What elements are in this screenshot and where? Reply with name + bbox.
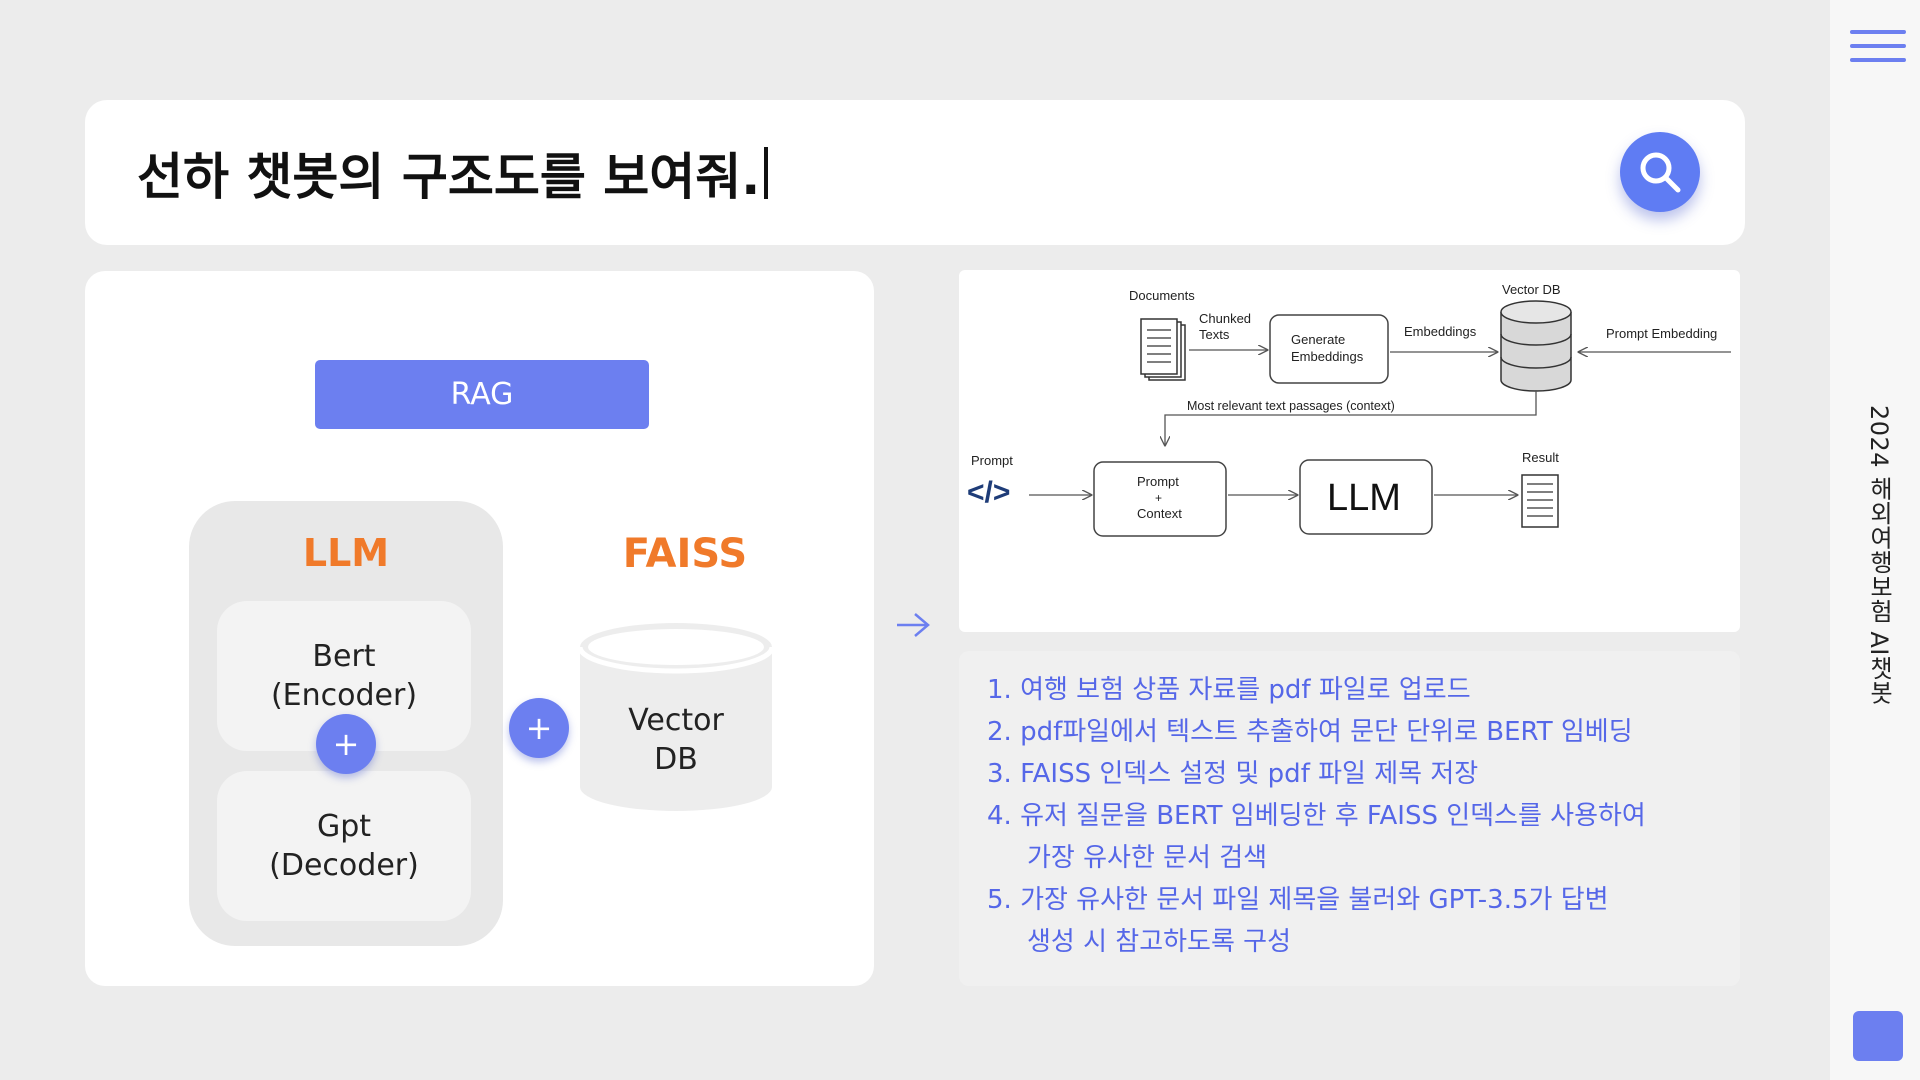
step-item-continuation: 생성 시 참고하도록 구성: [1027, 927, 1291, 957]
menu-line: [1850, 30, 1906, 34]
plus-icon: +: [316, 714, 376, 774]
llm-diagram-label: LLM: [1327, 477, 1401, 519]
database-icon: [1500, 300, 1572, 392]
embeddings-label: Embeddings: [1404, 324, 1477, 339]
vertical-app-title: 2024 해외여행보험 AI챗봇: [1865, 405, 1893, 705]
document-icon: [1140, 318, 1186, 381]
step-item: 3. FAISS 인덱스 설정 및 pdf 파일 제목 저장: [987, 759, 1479, 789]
architecture-card: RAG LLM Bert (Encoder) Gpt (Decoder) + +…: [85, 271, 874, 986]
documents-label: Documents: [1129, 288, 1195, 303]
vector-db-label: Vector DB: [580, 701, 772, 779]
hamburger-menu-icon[interactable]: [1850, 30, 1906, 70]
decoder-role: (Decoder): [269, 848, 419, 883]
decoder-name: Gpt: [316, 809, 372, 844]
chunked-texts-label-1: Chunked: [1199, 311, 1251, 326]
step-item: 5. 가장 유사한 문서 파일 제목을 불러와 GPT-3.5가 답변: [987, 885, 1609, 915]
vector-db-line2: DB: [654, 742, 698, 777]
encoder-role: (Encoder): [270, 678, 418, 713]
menu-line: [1850, 58, 1906, 62]
steps-list: 1. 여행 보험 상품 자료를 pdf 파일로 업로드 2. pdf파일에서 텍…: [987, 669, 1646, 963]
rail-action-button[interactable]: [1853, 1011, 1903, 1061]
prompt-box-label-3: Context: [1137, 506, 1182, 521]
decoder-box: Gpt (Decoder): [217, 771, 471, 921]
steps-card: 1. 여행 보험 상품 자료를 pdf 파일로 업로드 2. pdf파일에서 텍…: [959, 651, 1740, 986]
search-query-text: 선하 챗봇의 구조도를 보여줘.: [137, 147, 761, 206]
llm-group: LLM Bert (Encoder) Gpt (Decoder) +: [189, 501, 503, 946]
search-button[interactable]: [1620, 132, 1700, 212]
prompt-box-label-2: +: [1155, 491, 1162, 505]
step-item: 4. 유저 질문을 BERT 임베딩한 후 FAISS 인덱스를 사용하여: [987, 801, 1646, 831]
main-area: 선하 챗봇의 구조도를 보여줘. RAG LLM Bert (Encoder) …: [0, 0, 1830, 1080]
search-query-row: 선하 챗봇의 구조도를 보여줘.: [137, 100, 769, 245]
document-icon: [1521, 474, 1559, 528]
chunked-texts-label-2: Texts: [1199, 327, 1230, 342]
vector-db-line1: Vector: [628, 703, 724, 738]
llm-title: LLM: [302, 531, 390, 575]
arrow-right-icon: [897, 613, 930, 637]
search-bar[interactable]: 선하 챗봇의 구조도를 보여줘.: [85, 100, 1745, 245]
encoder-name: Bert: [312, 639, 376, 674]
menu-line: [1850, 44, 1906, 48]
prompt-label: Prompt: [971, 453, 1013, 468]
prompt-box-label-1: Prompt: [1137, 474, 1179, 489]
step-item: 2. pdf파일에서 텍스트 추출하여 문단 단위로 BERT 임베딩: [987, 717, 1633, 747]
prompt-embedding-label: Prompt Embedding: [1606, 326, 1717, 341]
result-label: Result: [1522, 450, 1559, 465]
text-caret: [764, 146, 769, 199]
generate-embeddings-label-2: Embeddings: [1291, 349, 1364, 364]
code-icon: </>: [967, 476, 1010, 509]
step-item-continuation: 가장 유사한 문서 검색: [1027, 843, 1268, 873]
plus-icon: +: [509, 698, 569, 758]
vector-db-diagram-label: Vector DB: [1502, 282, 1561, 297]
rag-button[interactable]: RAG: [315, 360, 649, 429]
search-icon: [1640, 152, 1681, 193]
context-note: Most relevant text passages (context): [1187, 399, 1395, 413]
generate-embeddings-label-1: Generate: [1291, 332, 1345, 347]
rag-pipeline-diagram: Documents Chunked Texts Generate Embeddi…: [967, 282, 1731, 537]
step-item: 1. 여행 보험 상품 자료를 pdf 파일로 업로드: [987, 675, 1471, 705]
faiss-title: FAISS: [622, 531, 748, 577]
rag-diagram-card: Documents Chunked Texts Generate Embeddi…: [959, 270, 1740, 632]
